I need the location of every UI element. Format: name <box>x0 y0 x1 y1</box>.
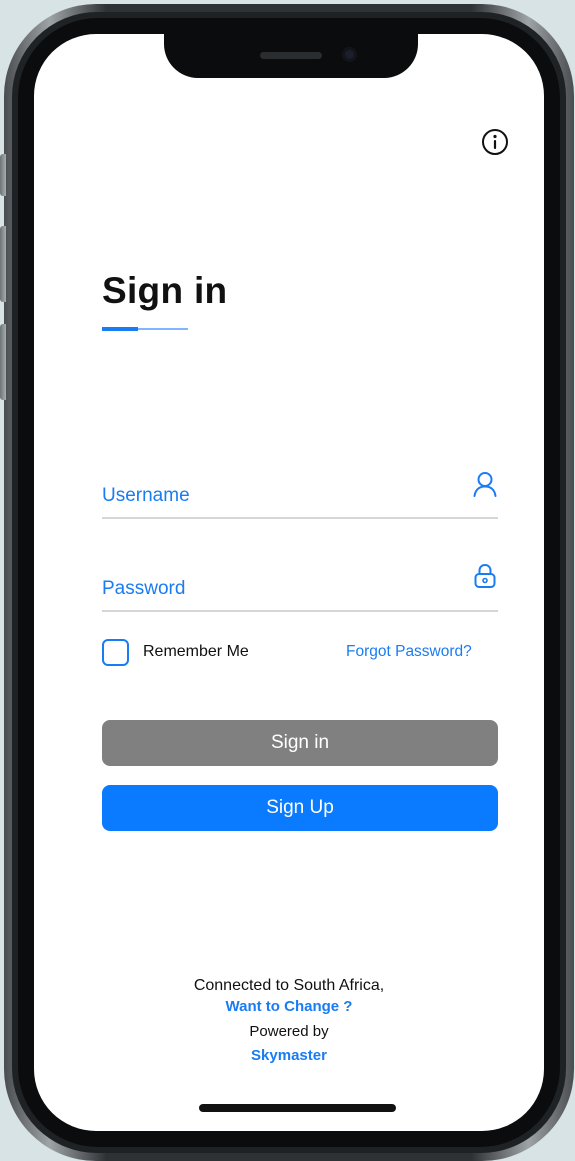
password-input[interactable] <box>102 578 402 600</box>
notch <box>164 34 418 78</box>
powered-by-text: Powered by <box>249 1023 329 1040</box>
silent-switch <box>0 154 6 196</box>
forgot-password-link[interactable]: Forgot Password? <box>346 643 472 661</box>
brand-name: Skymaster <box>251 1047 327 1064</box>
phone-band: Sign in Username Remember Me Forgot Pass… <box>12 12 566 1153</box>
app-screen: Sign in Username Remember Me Forgot Pass… <box>34 34 544 1131</box>
change-region-link-text[interactable]: Want to Change ? <box>226 998 353 1015</box>
front-camera <box>342 47 357 62</box>
title-underline-active <box>102 327 138 331</box>
page-title: Sign in <box>102 270 228 311</box>
connected-region-text: Connected to South Africa, <box>193 977 385 994</box>
lock-icon <box>474 563 496 588</box>
info-icon[interactable] <box>480 127 510 157</box>
change-region-link: Want to Change ? <box>34 998 544 1015</box>
sign-in-button[interactable]: Sign in <box>102 720 498 766</box>
phone-frame: Sign in Username Remember Me Forgot Pass… <box>0 4 574 1161</box>
user-icon <box>473 472 497 497</box>
password-field[interactable] <box>102 560 498 612</box>
phone-bezel: Sign in Username Remember Me Forgot Pass… <box>18 18 560 1147</box>
volume-up-button <box>0 226 6 302</box>
sign-up-button[interactable]: Sign Up <box>102 785 498 831</box>
username-input[interactable] <box>102 485 402 507</box>
remember-me-checkbox[interactable] <box>102 639 129 666</box>
speaker-grille <box>260 52 322 59</box>
home-indicator[interactable] <box>199 1104 396 1112</box>
remember-me-label: Remember Me <box>143 643 249 660</box>
username-field[interactable] <box>102 467 498 519</box>
volume-down-button <box>0 324 6 400</box>
